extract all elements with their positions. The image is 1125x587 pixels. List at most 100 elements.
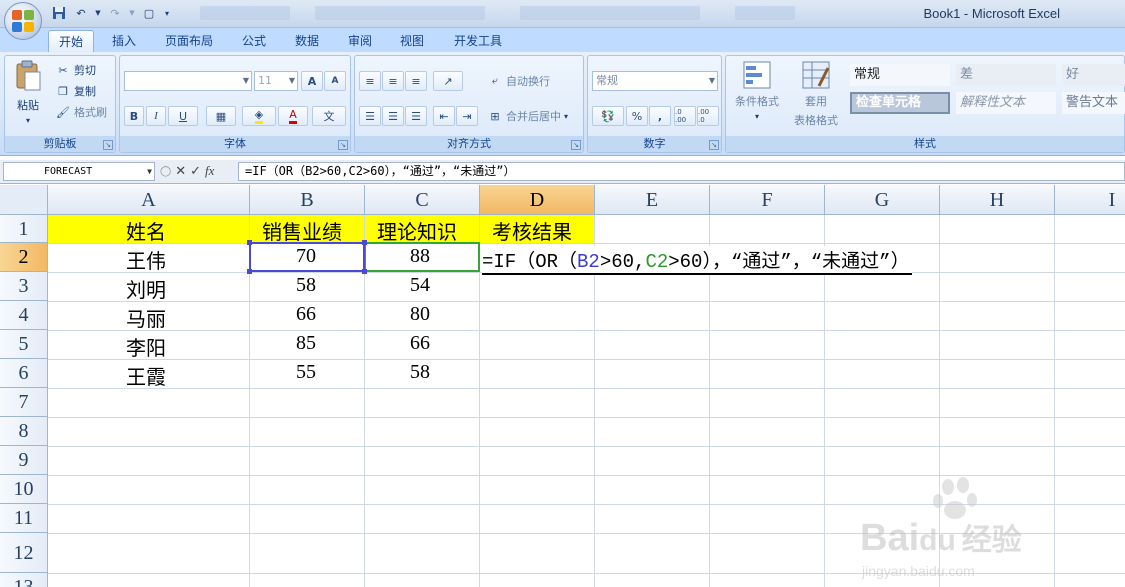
conditional-formatting-button[interactable]: 条件格式 ▾: [732, 60, 782, 121]
tab-developer[interactable]: 开发工具: [444, 30, 512, 52]
comma-button[interactable]: ,: [649, 106, 671, 126]
column-header-a[interactable]: A: [48, 185, 250, 215]
cell-a5[interactable]: 李阳: [126, 332, 166, 361]
copy-button[interactable]: ❐ 复制: [55, 83, 96, 99]
row-header-7[interactable]: 7: [0, 388, 48, 417]
increase-decimal-button[interactable]: .0 .00: [674, 106, 696, 126]
clipboard-launcher-icon[interactable]: ↘: [103, 140, 113, 150]
cell-c5[interactable]: 66: [410, 332, 430, 355]
resize-handle[interactable]: [247, 269, 252, 274]
tab-review[interactable]: 审阅: [338, 30, 382, 52]
undo-icon[interactable]: ↶: [72, 4, 90, 22]
decrease-decimal-button[interactable]: .00 .0: [697, 106, 719, 126]
save-icon[interactable]: [50, 4, 68, 22]
row-header-6[interactable]: 6: [0, 359, 48, 388]
style-normal[interactable]: 常规: [850, 64, 950, 86]
orientation-button[interactable]: ↗: [433, 71, 463, 91]
tab-home[interactable]: 开始: [48, 30, 95, 52]
cell-a6[interactable]: 王霞: [126, 361, 166, 390]
phonetic-button[interactable]: 文: [312, 106, 346, 126]
cell-b6[interactable]: 55: [296, 361, 316, 384]
column-header-b[interactable]: B: [250, 185, 365, 215]
font-name-combo[interactable]: ▼: [124, 71, 252, 91]
paste-button[interactable]: 粘贴 ▾: [11, 60, 45, 125]
redo-icon[interactable]: ↷: [106, 4, 124, 22]
percent-button[interactable]: %: [626, 106, 648, 126]
number-format-combo[interactable]: 常规 ▼: [592, 71, 718, 91]
column-header-c[interactable]: C: [365, 185, 480, 215]
cell-c3[interactable]: 54: [410, 274, 430, 297]
increase-indent-button[interactable]: ⇥: [456, 106, 478, 126]
align-center-button[interactable]: ☰: [382, 106, 404, 126]
customize-qat-icon[interactable]: ▾: [162, 4, 172, 22]
redo-dropdown-icon[interactable]: ▼: [128, 4, 136, 22]
column-header-d[interactable]: D: [480, 185, 595, 215]
font-size-combo[interactable]: 11 ▼: [254, 71, 298, 91]
font-launcher-icon[interactable]: ↘: [338, 140, 348, 150]
row-header-12[interactable]: 12: [0, 533, 48, 573]
number-launcher-icon[interactable]: ↘: [709, 140, 719, 150]
cell-a2[interactable]: 王伟: [126, 245, 166, 274]
cell-a1[interactable]: 姓名: [126, 216, 166, 245]
row-header-3[interactable]: 3: [0, 272, 48, 301]
cell-a4[interactable]: 马丽: [126, 303, 166, 332]
grow-font-button[interactable]: A: [301, 71, 323, 91]
resize-handle[interactable]: [247, 240, 252, 245]
cut-button[interactable]: ✂ 剪切: [55, 62, 96, 78]
tab-data[interactable]: 数据: [285, 30, 329, 52]
row-header-9[interactable]: 9: [0, 446, 48, 475]
row-header-8[interactable]: 8: [0, 417, 48, 446]
resize-handle[interactable]: [362, 269, 367, 274]
borders-button[interactable]: ▦: [206, 106, 236, 126]
cell-b4[interactable]: 66: [296, 303, 316, 326]
resize-handle[interactable]: [362, 240, 367, 245]
cell-d1[interactable]: 考核结果: [492, 216, 572, 245]
row-header-2[interactable]: 2: [0, 243, 48, 272]
office-button[interactable]: [4, 2, 42, 40]
wrap-text-button[interactable]: ⤶ 自动换行: [487, 73, 550, 89]
cell-c1[interactable]: 理论知识: [377, 216, 457, 245]
column-header-f[interactable]: F: [710, 185, 825, 215]
row-header-4[interactable]: 4: [0, 301, 48, 330]
format-as-table-button[interactable]: 套用 表格格式: [786, 60, 846, 128]
print-preview-icon[interactable]: ▢: [140, 4, 158, 22]
cell-b3[interactable]: 58: [296, 274, 316, 297]
align-top-button[interactable]: ≡: [359, 71, 381, 91]
column-header-g[interactable]: G: [825, 185, 940, 215]
cell-b1[interactable]: 销售业绩: [262, 216, 342, 245]
undo-dropdown-icon[interactable]: ▼: [94, 4, 102, 22]
style-good[interactable]: 好: [1062, 64, 1125, 86]
row-header-10[interactable]: 10: [0, 475, 48, 504]
shrink-font-button[interactable]: A: [324, 71, 346, 91]
currency-button[interactable]: 💱: [592, 106, 624, 126]
enter-icon[interactable]: ✓: [190, 164, 201, 179]
style-check-cell[interactable]: 检查单元格: [850, 92, 950, 114]
cell-d2-editor[interactable]: =IF（OR（B2>60,C2>60），“通过”，“未通过”）: [482, 246, 912, 275]
row-header-5[interactable]: 5: [0, 330, 48, 359]
bold-button[interactable]: B: [124, 106, 144, 126]
align-left-button[interactable]: ☰: [359, 106, 381, 126]
row-header-11[interactable]: 11: [0, 504, 48, 533]
tab-insert[interactable]: 插入: [102, 30, 146, 52]
underline-button[interactable]: U: [168, 106, 198, 126]
tab-formulas[interactable]: 公式: [232, 30, 276, 52]
align-right-button[interactable]: ☰: [405, 106, 427, 126]
italic-button[interactable]: I: [146, 106, 166, 126]
insert-function-icon[interactable]: fx: [205, 163, 214, 179]
style-warning[interactable]: 警告文本: [1062, 92, 1125, 114]
cell-c4[interactable]: 80: [410, 303, 430, 326]
cancel-icon[interactable]: ✕: [175, 164, 186, 179]
style-bad[interactable]: 差: [956, 64, 1056, 86]
column-header-e[interactable]: E: [595, 185, 710, 215]
format-painter-button[interactable]: 🖌 格式刷: [55, 104, 107, 120]
name-box[interactable]: FORECAST ▼: [3, 162, 155, 181]
fill-color-button[interactable]: ◈: [242, 106, 276, 126]
cell-b5[interactable]: 85: [296, 332, 316, 355]
tab-view[interactable]: 视图: [390, 30, 434, 52]
decrease-indent-button[interactable]: ⇤: [433, 106, 455, 126]
select-all-button[interactable]: [0, 185, 48, 215]
alignment-launcher-icon[interactable]: ↘: [571, 140, 581, 150]
row-header-13[interactable]: 13: [0, 573, 48, 587]
formula-input[interactable]: =IF（OR（B2>60,C2>60），“通过”，“未通过”）: [238, 162, 1125, 181]
row-header-1[interactable]: 1: [0, 215, 48, 243]
